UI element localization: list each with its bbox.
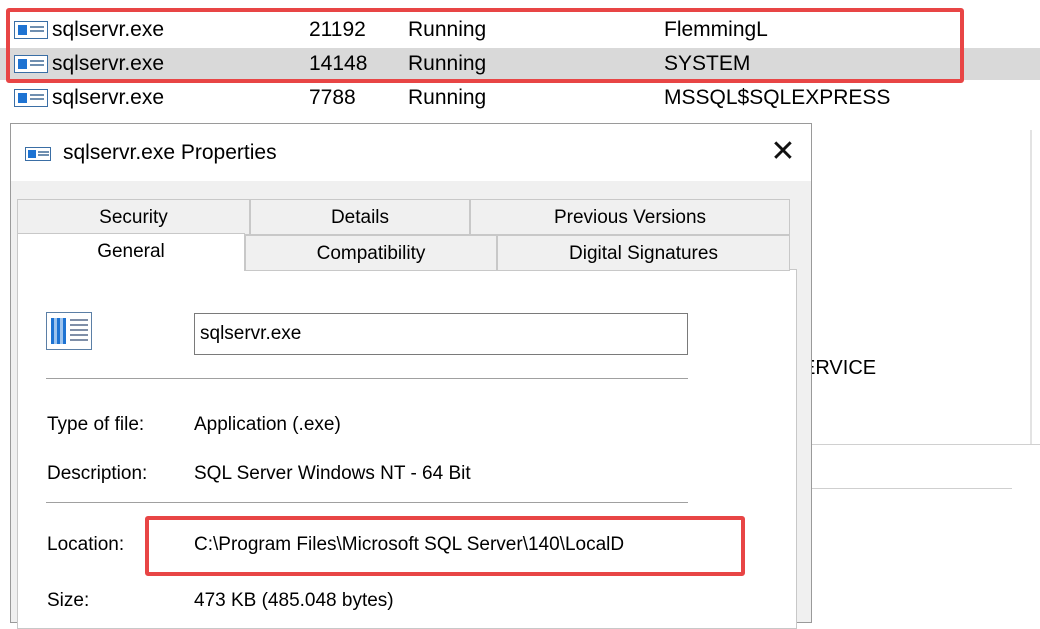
pane-divider bbox=[812, 444, 1040, 445]
tab-details[interactable]: Details bbox=[250, 199, 470, 235]
tab-digital-signatures[interactable]: Digital Signatures bbox=[497, 235, 790, 271]
process-name: sqlservr.exe bbox=[52, 86, 165, 109]
process-highlight-box bbox=[6, 8, 964, 83]
tab-compatibility[interactable]: Compatibility bbox=[245, 235, 497, 271]
size-label: Size: bbox=[47, 590, 90, 611]
description-value: SQL Server Windows NT - 64 Bit bbox=[194, 463, 471, 484]
tab-general[interactable]: General bbox=[17, 233, 245, 271]
close-icon[interactable]: ✕ bbox=[763, 132, 803, 172]
dialog-titlebar[interactable]: sqlservr.exe Properties ✕ bbox=[11, 124, 811, 181]
location-highlight-box bbox=[145, 516, 745, 576]
separator bbox=[46, 378, 688, 379]
tab-previous-versions[interactable]: Previous Versions bbox=[470, 199, 790, 235]
dialog-title: sqlservr.exe Properties bbox=[63, 141, 277, 164]
size-value: 473 KB (485.048 bytes) bbox=[194, 590, 394, 611]
tab-security[interactable]: Security bbox=[17, 199, 250, 235]
location-label: Location: bbox=[47, 534, 125, 555]
type-value: Application (.exe) bbox=[194, 414, 341, 435]
executable-icon bbox=[25, 147, 51, 161]
process-status: Running bbox=[408, 86, 487, 109]
separator bbox=[46, 502, 688, 503]
executable-icon bbox=[14, 89, 48, 107]
pane-divider bbox=[812, 488, 1012, 489]
description-label: Description: bbox=[47, 463, 148, 484]
process-row[interactable]: sqlservr.exe 7788 Running MSSQL$SQLEXPRE… bbox=[0, 82, 1040, 114]
file-icon bbox=[46, 312, 92, 350]
background-text: ERVICE bbox=[802, 357, 877, 379]
process-user: MSSQL$SQLEXPRESS bbox=[664, 86, 891, 109]
type-label: Type of file: bbox=[47, 414, 145, 435]
process-pid: 7788 bbox=[309, 86, 356, 109]
pane-border bbox=[1030, 130, 1032, 444]
filename-input[interactable] bbox=[194, 313, 688, 355]
